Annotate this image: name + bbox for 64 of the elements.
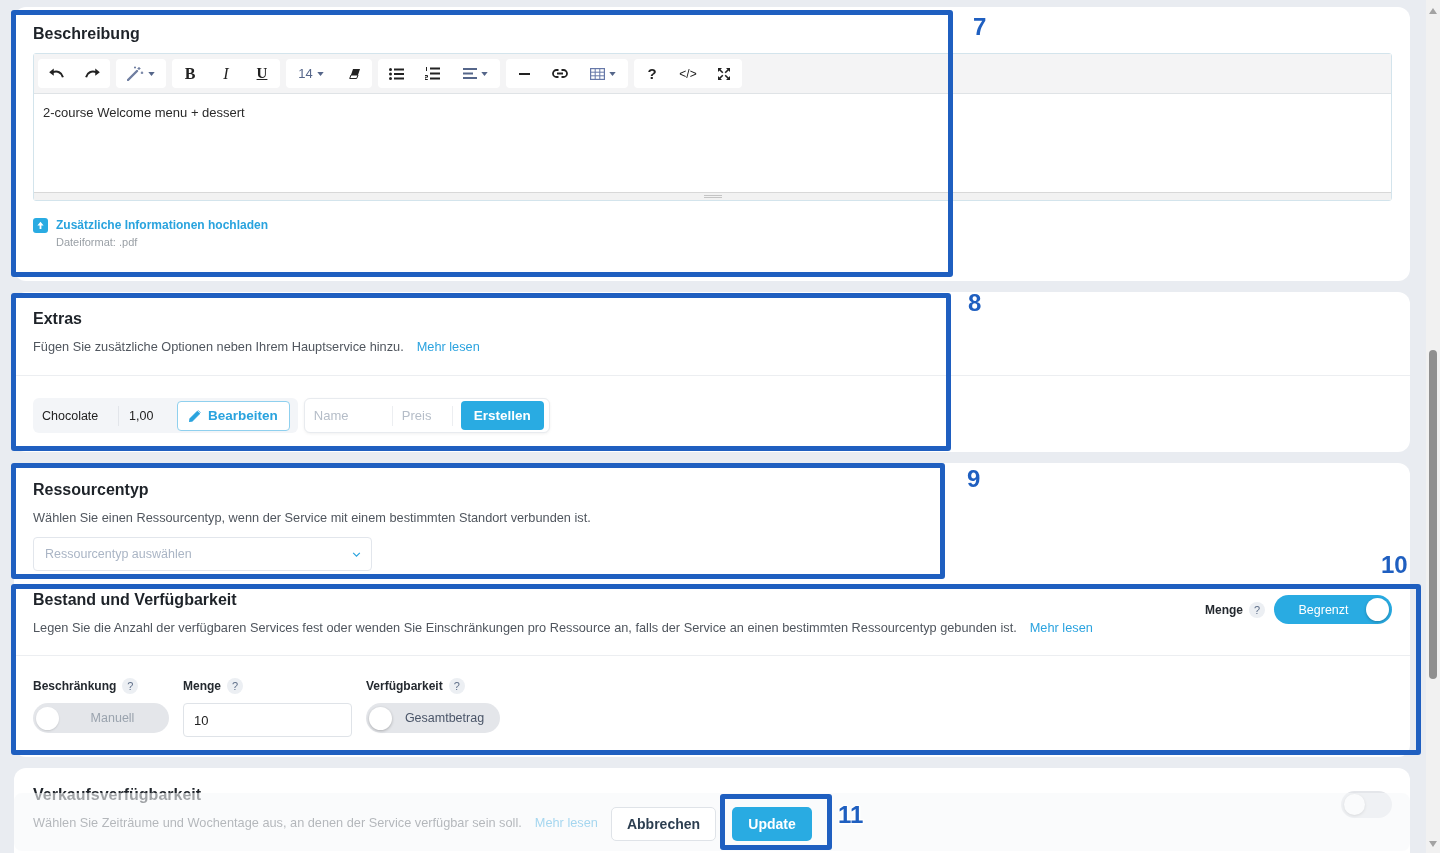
section-title: Beschreibung [33, 24, 140, 44]
section-title: Verkaufsverfügbarkeit [33, 785, 202, 805]
editor-text-area[interactable]: 2-course Welcome menu + dessert [34, 94, 1391, 192]
annotation-number: 10 [1381, 553, 1408, 577]
extra-name: Chocolate [42, 405, 119, 426]
caret-icon [148, 71, 155, 76]
create-button[interactable]: Erstellen [460, 401, 544, 430]
field-label: Verfügbarkeit [366, 678, 443, 694]
section-description: Fügen Sie zusätzliche Optionen neben Ihrem Hauptservice hinzu. Mehr lesen [33, 338, 480, 356]
field-label: Menge [183, 678, 221, 694]
name-input[interactable]: Name [313, 405, 393, 426]
toggle-switch[interactable]: Begrenzt [1274, 595, 1392, 624]
section-title: Bestand und Verfügbarkeit [33, 590, 237, 610]
annotation-number: 9 [967, 467, 981, 491]
edit-button[interactable]: Bearbeiten [177, 400, 290, 431]
code-view-button[interactable]: </> [670, 59, 706, 88]
help-button[interactable]: ? [634, 59, 670, 88]
magic-wand-icon [127, 66, 144, 81]
pencil-icon [189, 409, 201, 422]
undo-icon [48, 68, 64, 79]
toggle-switch[interactable]: Gesamtbetrag [366, 703, 500, 733]
bullet-list-icon [388, 67, 404, 80]
resize-handle[interactable] [34, 192, 1391, 200]
caret-icon [609, 71, 616, 76]
field-label: Menge [1205, 601, 1243, 618]
cancel-button[interactable]: Abbrechen [611, 807, 716, 841]
more-link[interactable]: Mehr lesen [416, 339, 480, 354]
help-hint[interactable]: ? [1249, 601, 1265, 618]
underline-button[interactable]: U [244, 59, 280, 88]
caret-icon [316, 71, 324, 76]
table-icon [590, 67, 605, 80]
chevron-down-icon [352, 551, 361, 557]
redo-icon [84, 68, 100, 79]
eraser-icon [348, 68, 360, 79]
scrollbar-thumb[interactable] [1429, 350, 1437, 679]
bold-button[interactable]: B [172, 59, 208, 88]
annotation-number: 8 [968, 291, 982, 315]
fullscreen-icon [718, 67, 730, 80]
align-left-icon [462, 68, 477, 79]
help-hint[interactable]: ? [448, 678, 465, 694]
more-link[interactable]: Mehr lesen [1029, 620, 1093, 635]
link-icon [552, 69, 568, 78]
upload-icon [33, 217, 48, 233]
caret-icon [480, 71, 488, 76]
horizontal-rule-icon [518, 72, 530, 75]
quantity-input[interactable]: 10 [183, 703, 352, 737]
upload-link[interactable]: Zusätzliche Informationen hochladen [56, 218, 269, 232]
toggle-switch[interactable] [1341, 791, 1392, 818]
section-description: Wählen Sie Zeiträume und Wochentage aus, an denen der Service verfügbar sein soll. Mehr lesen [33, 814, 598, 832]
section-description: Wählen Sie einen Ressourcentyp, wenn der Service mit einem bestimmten Standort verbunden ist. [33, 509, 591, 527]
update-button[interactable]: Update [732, 807, 812, 841]
field-label: Beschränkung [33, 678, 117, 694]
annotation-number: 7 [973, 15, 987, 39]
italic-button[interactable]: I [208, 59, 244, 88]
help-hint[interactable]: ? [227, 678, 243, 694]
annotation-number: 11 [838, 803, 864, 827]
extra-price: 1,00 [128, 407, 155, 425]
section-title: Ressourcentyp [33, 480, 149, 500]
file-format-hint: Dateiformat: .pdf [56, 235, 138, 249]
section-description: Legen Sie die Anzahl der verfügbaren Services fest oder wenden Sie Einschränkungen pro Ressource an, falls der Service an einen bestimmten Ressourcentyp gebunden ist. Mehr lesen [33, 619, 1093, 637]
numbered-list-icon [424, 67, 440, 80]
section-title: Extras [33, 309, 82, 329]
price-input[interactable]: Preis [401, 405, 453, 426]
grip-icon [703, 195, 722, 198]
